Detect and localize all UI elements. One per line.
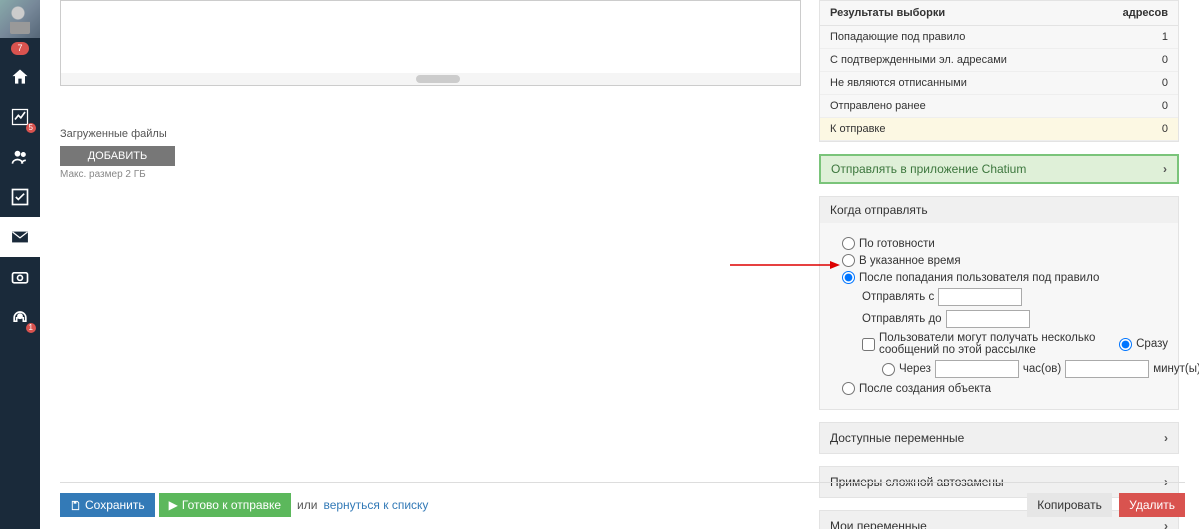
max-size-hint: Макс. размер 2 ГБ xyxy=(60,169,801,180)
sidebar-item-headset[interactable]: 1 xyxy=(0,297,40,337)
table-row: Попадающие под правило1 xyxy=(820,26,1178,49)
send-from-input[interactable] xyxy=(938,288,1022,306)
results-table: Результаты выборки адресов Попадающие по… xyxy=(820,1,1178,141)
sidebar-item-users[interactable] xyxy=(0,137,40,177)
editor-area[interactable] xyxy=(60,0,801,86)
radio-ready[interactable] xyxy=(842,237,855,250)
table-row: С подтвержденными эл. адресами0 xyxy=(820,49,1178,72)
delete-button[interactable]: Удалить xyxy=(1119,493,1185,517)
add-file-button[interactable]: ДОБАВИТЬ xyxy=(60,146,175,166)
back-link[interactable]: вернуться к списку xyxy=(323,498,428,512)
footer-bar: Сохранить ▶Готово к отправке или вернуть… xyxy=(60,482,1185,517)
or-text: или xyxy=(297,498,317,512)
results-panel: Результаты выборки адресов Попадающие по… xyxy=(819,0,1179,142)
ready-button[interactable]: ▶Готово к отправке xyxy=(159,493,291,517)
chevron-right-icon: › xyxy=(1164,431,1168,445)
hours-input[interactable] xyxy=(935,360,1019,378)
sidebar-top-badge: 7 xyxy=(11,42,28,55)
multi-checkbox[interactable] xyxy=(862,338,875,351)
chevron-right-icon: › xyxy=(1163,162,1167,176)
table-row: К отправке0 xyxy=(820,118,1178,141)
radio-rule[interactable] xyxy=(842,271,855,284)
collapsible-vars[interactable]: Доступные переменные› xyxy=(819,422,1179,454)
chevron-right-icon: › xyxy=(1164,519,1168,529)
radio-immediate[interactable] xyxy=(1119,338,1132,351)
sidebar-item-chart[interactable]: 5 xyxy=(0,97,40,137)
radio-after[interactable] xyxy=(882,363,895,376)
chart-badge: 5 xyxy=(26,123,36,133)
sidebar-item-check[interactable] xyxy=(0,177,40,217)
when-panel: Когда отправлять По готовности В указанн… xyxy=(819,196,1179,410)
avatar[interactable] xyxy=(0,0,40,38)
play-icon: ▶ xyxy=(169,498,178,512)
copy-button[interactable]: Копировать xyxy=(1027,493,1112,517)
radio-time[interactable] xyxy=(842,254,855,267)
table-row: Не являются отписанными0 xyxy=(820,72,1178,95)
results-header-right: адресов xyxy=(1089,1,1178,26)
headset-badge: 1 xyxy=(26,323,36,333)
results-header-left: Результаты выборки xyxy=(820,1,1089,26)
table-row: Отправлено ранее0 xyxy=(820,95,1178,118)
chatium-label: Отправлять в приложение Chatium xyxy=(831,162,1026,176)
radio-object[interactable] xyxy=(842,382,855,395)
uploaded-files-label: Загруженные файлы xyxy=(60,128,801,140)
minutes-input[interactable] xyxy=(1065,360,1149,378)
editor-scrollbar[interactable] xyxy=(61,73,800,85)
sidebar-item-camera[interactable] xyxy=(0,257,40,297)
left-sidebar: 7 5 1 xyxy=(0,0,40,529)
sidebar-item-mail[interactable] xyxy=(0,217,40,257)
chatium-toggle[interactable]: Отправлять в приложение Chatium › xyxy=(819,154,1179,184)
save-button[interactable]: Сохранить xyxy=(60,493,155,517)
when-header[interactable]: Когда отправлять xyxy=(820,197,1178,223)
sidebar-item-home[interactable] xyxy=(0,57,40,97)
send-to-input[interactable] xyxy=(946,310,1030,328)
